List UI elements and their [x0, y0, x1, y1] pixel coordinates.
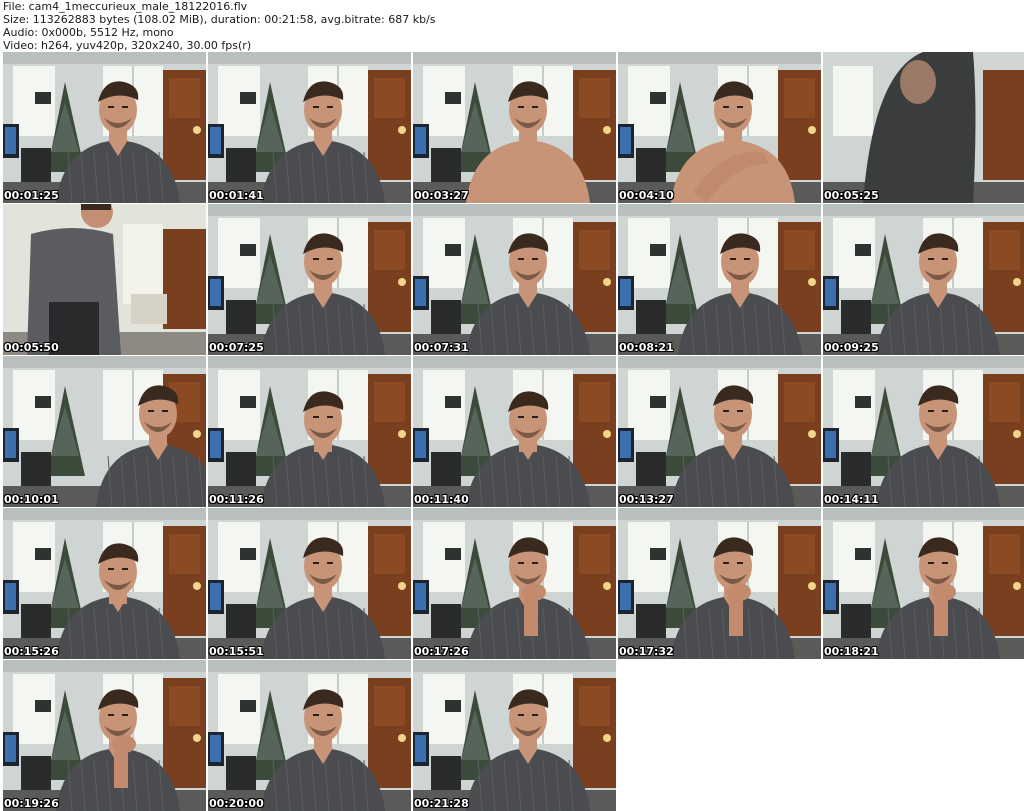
video-thumbnail: 00:20:00	[208, 660, 411, 811]
video-thumbnail: 00:03:27	[413, 52, 616, 203]
video-thumbnail: 00:09:25	[823, 204, 1024, 355]
thumbnail-timestamp: 00:11:26	[209, 493, 264, 506]
video-thumbnail: 00:21:28	[413, 660, 616, 811]
video-thumbnail: 00:14:11	[823, 356, 1024, 507]
audio-info-line: Audio: 0x000b, 5512 Hz, mono	[3, 26, 174, 39]
thumbnail-frame-image	[208, 508, 411, 659]
thumbnail-frame-image	[618, 52, 821, 203]
thumbnail-timestamp: 00:18:21	[824, 645, 879, 658]
thumbnail-frame-image	[208, 356, 411, 507]
thumbnail-frame-image	[413, 204, 616, 355]
file-info-header: File: cam4_1meccurieux_male_18122016.flv…	[3, 0, 1018, 52]
thumbnail-timestamp: 00:07:25	[209, 341, 264, 354]
thumbnail-frame-image	[208, 204, 411, 355]
thumbnail-frame-image	[413, 660, 616, 811]
thumbnail-timestamp: 00:01:25	[4, 189, 59, 202]
thumbnail-timestamp: 00:05:25	[824, 189, 879, 202]
video-thumbnail: 00:01:25	[3, 52, 206, 203]
thumbnail-timestamp: 00:05:50	[4, 341, 59, 354]
thumbnail-timestamp: 00:09:25	[824, 341, 879, 354]
thumbnail-frame-image	[618, 508, 821, 659]
thumbnail-timestamp: 00:01:41	[209, 189, 264, 202]
video-thumbnail: 00:19:26	[3, 660, 206, 811]
thumbnail-frame-image	[3, 356, 206, 507]
thumbnail-timestamp: 00:20:00	[209, 797, 264, 810]
video-thumbnail: 00:01:41	[208, 52, 411, 203]
video-thumbnail: 00:04:10	[618, 52, 821, 203]
thumbnail-timestamp: 00:08:21	[619, 341, 674, 354]
video-thumbnail: 00:17:26	[413, 508, 616, 659]
video-thumbnail: 00:15:26	[3, 508, 206, 659]
video-info-line: Video: h264, yuv420p, 320x240, 30.00 fps…	[3, 39, 252, 52]
file-name-line: File: cam4_1meccurieux_male_18122016.flv	[3, 0, 248, 13]
thumbnail-frame-image	[413, 52, 616, 203]
video-thumbnail: 00:07:31	[413, 204, 616, 355]
thumbnail-frame-image	[3, 508, 206, 659]
thumbnail-timestamp: 00:11:40	[414, 493, 469, 506]
thumbnail-frame-image	[618, 204, 821, 355]
thumbnail-frame-image	[3, 204, 206, 355]
thumbnail-timestamp: 00:14:11	[824, 493, 879, 506]
video-thumbnail: 00:05:25	[823, 52, 1024, 203]
thumbnail-frame-image	[823, 356, 1024, 507]
thumbnail-timestamp: 00:15:26	[4, 645, 59, 658]
video-thumbnail: 00:10:01	[3, 356, 206, 507]
thumbnail-frame-image	[413, 508, 616, 659]
thumbnail-timestamp: 00:13:27	[619, 493, 674, 506]
video-thumbnail: 00:08:21	[618, 204, 821, 355]
thumbnail-frame-image	[823, 508, 1024, 659]
thumbnail-timestamp: 00:15:51	[209, 645, 264, 658]
thumbnail-timestamp: 00:04:10	[619, 189, 674, 202]
thumbnail-timestamp: 00:17:32	[619, 645, 674, 658]
thumbnail-frame-image	[618, 356, 821, 507]
video-thumbnail: 00:17:32	[618, 508, 821, 659]
thumbnail-timestamp: 00:19:26	[4, 797, 59, 810]
video-thumbnail: 00:05:50	[3, 204, 206, 355]
thumbnail-timestamp: 00:17:26	[414, 645, 469, 658]
thumbnail-frame-image	[208, 52, 411, 203]
file-size-line: Size: 113262883 bytes (108.02 MiB), dura…	[3, 13, 436, 26]
video-thumbnail: 00:11:40	[413, 356, 616, 507]
thumbnail-timestamp: 00:21:28	[414, 797, 469, 810]
thumbnail-frame-image	[3, 52, 206, 203]
video-thumbnail: 00:13:27	[618, 356, 821, 507]
thumbnail-frame-image	[823, 204, 1024, 355]
thumbnail-timestamp: 00:10:01	[4, 493, 59, 506]
thumbnail-timestamp: 00:03:27	[414, 189, 469, 202]
thumbnail-timestamp: 00:07:31	[414, 341, 469, 354]
thumbnail-frame-image	[823, 52, 1024, 203]
thumbnail-frame-image	[3, 660, 206, 811]
thumbnail-frame-image	[413, 356, 616, 507]
video-thumbnail: 00:15:51	[208, 508, 411, 659]
thumbnail-frame-image	[208, 660, 411, 811]
video-thumbnail: 00:18:21	[823, 508, 1024, 659]
video-thumbnail: 00:07:25	[208, 204, 411, 355]
video-thumbnail: 00:11:26	[208, 356, 411, 507]
